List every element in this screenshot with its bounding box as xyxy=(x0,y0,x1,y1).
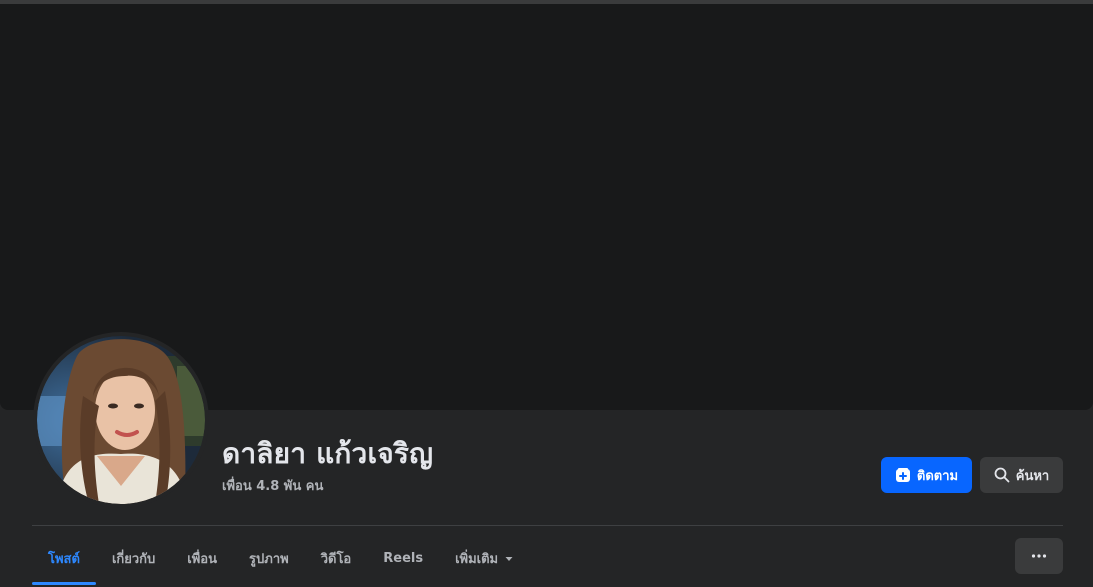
tab-label: เกี่ยวกับ xyxy=(111,552,156,567)
more-options-button[interactable] xyxy=(1015,538,1063,574)
tab-label: Reels xyxy=(383,551,424,566)
tab-about[interactable]: เกี่ยวกับ xyxy=(96,530,171,587)
tab-videos[interactable]: วิดีโอ xyxy=(305,530,368,587)
search-icon xyxy=(994,467,1010,483)
tab-label: โพสต์ xyxy=(48,552,80,567)
caret-down-icon xyxy=(505,556,513,561)
tab-posts[interactable]: โพสต์ xyxy=(32,530,96,587)
follow-label: ติดตาม xyxy=(916,468,959,484)
tab-reels[interactable]: Reels xyxy=(367,530,439,587)
tab-more[interactable]: เพิ่มเติม xyxy=(439,530,530,587)
tab-photos[interactable]: รูปภาพ xyxy=(233,530,305,587)
profile-name: ดาลิยา แก้วเจริญ xyxy=(222,437,434,470)
divider xyxy=(32,525,1063,526)
tab-friends[interactable]: เพื่อน xyxy=(171,530,233,587)
tab-label: เพิ่มเติม xyxy=(455,552,499,567)
tab-label: วิดีโอ xyxy=(320,552,352,567)
avatar xyxy=(37,336,205,504)
profile-picture[interactable] xyxy=(33,332,209,508)
follow-plus-icon xyxy=(895,468,910,482)
search-label: ค้นหา xyxy=(1015,468,1050,484)
search-button[interactable]: ค้นหา xyxy=(980,457,1063,493)
tab-label: เพื่อน xyxy=(187,552,218,567)
profile-page: ดาลิยา แก้วเจริญ เพื่อน 4.8 พัน คน ติดตา… xyxy=(0,0,1093,587)
tab-label: รูปภาพ xyxy=(249,552,289,567)
friends-count[interactable]: เพื่อน 4.8 พัน คน xyxy=(222,475,323,496)
more-horizontal-icon xyxy=(1031,554,1047,558)
follow-button[interactable]: ติดตาม xyxy=(881,457,972,493)
profile-tabs: โพสต์ เกี่ยวกับ เพื่อน รูปภาพ วิดีโอ Ree… xyxy=(32,530,530,587)
